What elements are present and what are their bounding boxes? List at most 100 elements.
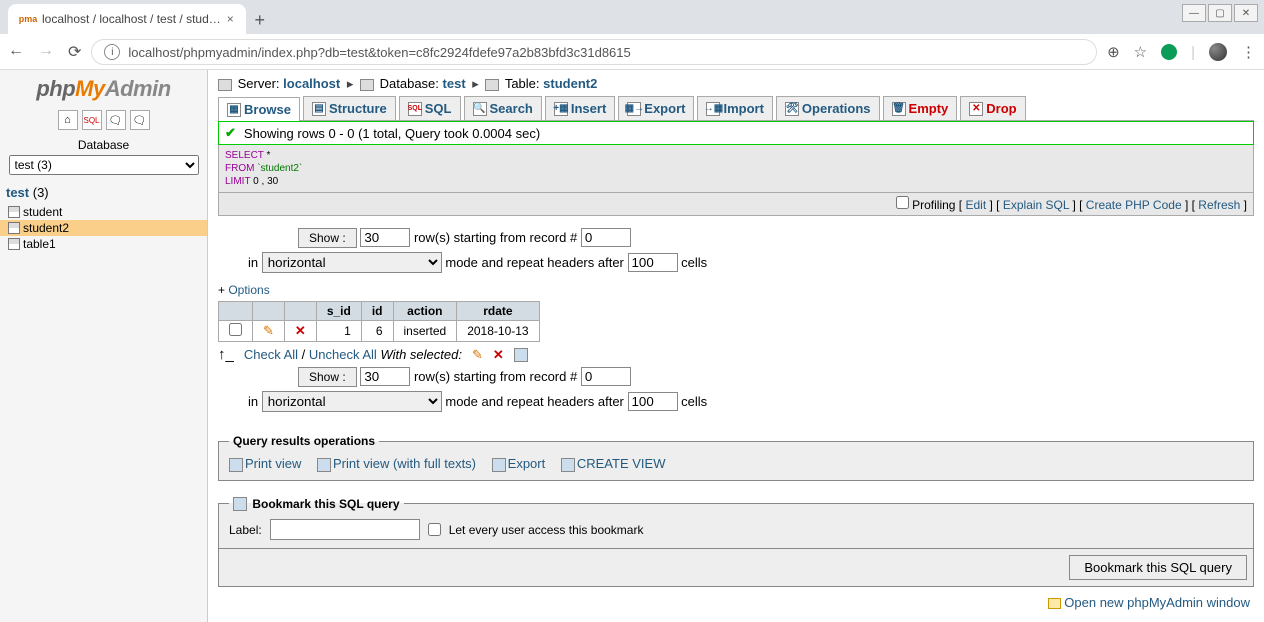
- check-all-link[interactable]: Check All: [244, 347, 298, 362]
- check-icon: ✔: [225, 125, 236, 141]
- rows-input[interactable]: [360, 228, 410, 247]
- edit-icon[interactable]: ✎: [263, 323, 274, 338]
- show-button[interactable]: Show :: [298, 228, 357, 248]
- export-op-icon: [492, 458, 506, 472]
- tab-export[interactable]: ▦→Export: [618, 96, 694, 120]
- row-checkbox[interactable]: [229, 323, 242, 336]
- quick-icons: ⌂ SQL 🗨 🗨: [0, 110, 207, 130]
- forward-icon[interactable]: →: [38, 42, 54, 62]
- tab-insert[interactable]: +▦Insert: [545, 96, 615, 120]
- zoom-icon[interactable]: ⊕: [1107, 43, 1120, 61]
- profiling-checkbox[interactable]: [896, 196, 909, 209]
- refresh-link[interactable]: Refresh: [1198, 198, 1240, 212]
- edit-link[interactable]: Edit: [965, 198, 986, 212]
- delete-icon[interactable]: ✕: [295, 323, 306, 338]
- create-php-link[interactable]: Create PHP Code: [1086, 198, 1182, 212]
- maximize-icon[interactable]: ▢: [1208, 4, 1232, 22]
- start-input[interactable]: [581, 228, 631, 247]
- bookmark-label-input[interactable]: [270, 519, 420, 540]
- bookmark-fieldset: Bookmark this SQL query Label: Let every…: [218, 497, 1254, 550]
- tab-close-icon[interactable]: ×: [227, 12, 234, 26]
- minimize-icon[interactable]: —: [1182, 4, 1206, 22]
- col-header[interactable]: id: [361, 302, 393, 321]
- success-notice: ✔ Showing rows 0 - 0 (1 total, Query too…: [218, 121, 1254, 145]
- back-icon[interactable]: ←: [8, 42, 24, 62]
- bulk-edit-icon[interactable]: ✎: [472, 347, 483, 363]
- server-link[interactable]: localhost: [283, 76, 340, 91]
- tab-structure[interactable]: ▤Structure: [303, 96, 396, 120]
- sql-icon[interactable]: SQL: [82, 110, 102, 130]
- url-box[interactable]: i localhost/phpmyadmin/index.php?db=test…: [91, 39, 1097, 65]
- browser-tab-bar: pma localhost / localhost / test / stud……: [0, 0, 1264, 34]
- insert-icon: +▦: [554, 102, 568, 116]
- create-view-icon: [561, 458, 575, 472]
- profile-avatar-icon[interactable]: [1209, 43, 1227, 61]
- bookmark-star-icon[interactable]: ☆: [1134, 43, 1147, 61]
- print-view-link[interactable]: Print view: [245, 456, 301, 471]
- database-select[interactable]: test (3): [9, 155, 199, 175]
- col-header[interactable]: action: [393, 302, 457, 321]
- mode-select[interactable]: horizontal: [262, 391, 442, 412]
- nav-icons: ← → ⟳: [8, 42, 81, 62]
- database-link[interactable]: test: [443, 76, 466, 91]
- bookmark-everyone-checkbox[interactable]: [428, 523, 441, 536]
- bookmark-submit-bar: Bookmark this SQL query: [218, 549, 1254, 587]
- bookmark-submit-button[interactable]: Bookmark this SQL query: [1069, 555, 1247, 580]
- col-header[interactable]: s_id: [316, 302, 361, 321]
- col-header[interactable]: rdate: [457, 302, 539, 321]
- tab-browse[interactable]: ▦Browse: [218, 97, 300, 121]
- repeat-input[interactable]: [628, 392, 678, 411]
- print-icon: [229, 458, 243, 472]
- browse-icon: ▦: [227, 103, 241, 117]
- breadcrumb: Server: localhost ▸ Database: test ▸ Tab…: [218, 76, 1254, 96]
- create-view-link[interactable]: CREATE VIEW: [577, 456, 666, 471]
- bulk-export-icon[interactable]: [514, 348, 528, 362]
- uncheck-all-link[interactable]: Uncheck All: [309, 347, 377, 362]
- print-full-link[interactable]: Print view (with full texts): [333, 456, 476, 471]
- tab-operations[interactable]: 🛠Operations: [776, 96, 880, 120]
- window-controls: — ▢ ✕: [1182, 4, 1258, 22]
- reload-icon[interactable]: ⟳: [68, 42, 81, 62]
- options-link[interactable]: Options: [228, 283, 269, 297]
- export-link[interactable]: Export: [508, 456, 546, 471]
- new-tab-button[interactable]: +: [246, 6, 274, 34]
- rows-input[interactable]: [360, 367, 410, 386]
- delete-header: [284, 302, 316, 321]
- table-link[interactable]: student2: [543, 76, 597, 91]
- results-table: s_id id action rdate ✎ ✕ 1 6 inserted 20…: [218, 301, 540, 342]
- start-input[interactable]: [581, 367, 631, 386]
- sql-tab-icon: SQL: [408, 102, 422, 116]
- address-bar: ← → ⟳ i localhost/phpmyadmin/index.php?d…: [0, 34, 1264, 70]
- table-item[interactable]: student2: [0, 220, 207, 236]
- show-button[interactable]: Show :: [298, 367, 357, 387]
- query-controls-top: Show : row(s) starting from record # in …: [218, 216, 1254, 279]
- extension-icon[interactable]: [1161, 44, 1177, 60]
- tab-import[interactable]: →▦Import: [697, 96, 772, 120]
- table-icon: [8, 238, 20, 250]
- new-window-icon: [1048, 598, 1061, 609]
- site-info-icon[interactable]: i: [104, 44, 120, 60]
- tab-empty[interactable]: 🗑Empty: [883, 96, 958, 120]
- table-list: student student2 table1: [0, 204, 207, 252]
- status-icon[interactable]: 🗨: [106, 110, 126, 130]
- browser-tab[interactable]: pma localhost / localhost / test / stud……: [8, 4, 246, 34]
- open-new-window-link[interactable]: Open new phpMyAdmin window: [1064, 595, 1250, 610]
- mode-select[interactable]: horizontal: [262, 252, 442, 273]
- cell: 2018-10-13: [457, 321, 539, 342]
- table-item[interactable]: student: [0, 204, 207, 220]
- table-item[interactable]: table1: [0, 236, 207, 252]
- bookmark-icon: [233, 497, 247, 511]
- tab-sql[interactable]: SQLSQL: [399, 96, 461, 120]
- close-window-icon[interactable]: ✕: [1234, 4, 1258, 22]
- table-icon: [8, 222, 20, 234]
- tab-search[interactable]: 🔍Search: [464, 96, 542, 120]
- tab-drop[interactable]: ✕Drop: [960, 96, 1025, 120]
- docs-icon[interactable]: 🗨: [130, 110, 150, 130]
- repeat-input[interactable]: [628, 253, 678, 272]
- bulk-delete-icon[interactable]: ✕: [493, 347, 504, 363]
- db-link[interactable]: test: [6, 185, 29, 200]
- menu-dots-icon[interactable]: ⋮: [1241, 43, 1256, 61]
- explain-link[interactable]: Explain SQL: [1003, 198, 1069, 212]
- home-icon[interactable]: ⌂: [58, 110, 78, 130]
- export-icon: ▦→: [627, 102, 641, 116]
